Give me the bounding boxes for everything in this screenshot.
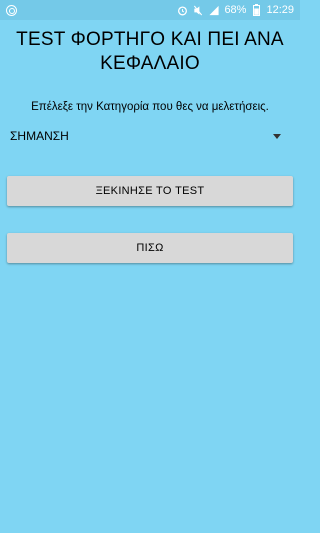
category-prompt: Επέλεξε την Κατηγορία που θες να μελετήσ… xyxy=(31,101,269,113)
mute-icon xyxy=(192,4,204,16)
battery-icon xyxy=(250,4,262,16)
dropdown-arrow-icon xyxy=(273,133,281,139)
notification-icon xyxy=(6,4,17,16)
back-button[interactable]: ΠΙΣΩ xyxy=(7,233,293,263)
signal-icon xyxy=(208,4,220,16)
clock-time: 12:29 xyxy=(266,4,294,16)
battery-percentage: 68% xyxy=(224,4,247,16)
alarm-icon xyxy=(176,4,188,16)
category-dropdown[interactable]: ΣΗΜΑΝΣΗ xyxy=(10,124,290,148)
start-test-button[interactable]: ΞΕΚΙΝΗΣΕ ΤΟ TEST xyxy=(7,176,293,206)
status-bar: 68% 12:29 xyxy=(0,0,300,20)
page-title: TEST ΦΟΡΤΗΓΟ ΚΑΙ ΠΕΙ ΑΝΑ ΚΕΦΑΛΑΙΟ xyxy=(16,29,284,74)
category-selected-value: ΣΗΜΑΝΣΗ xyxy=(10,129,69,143)
